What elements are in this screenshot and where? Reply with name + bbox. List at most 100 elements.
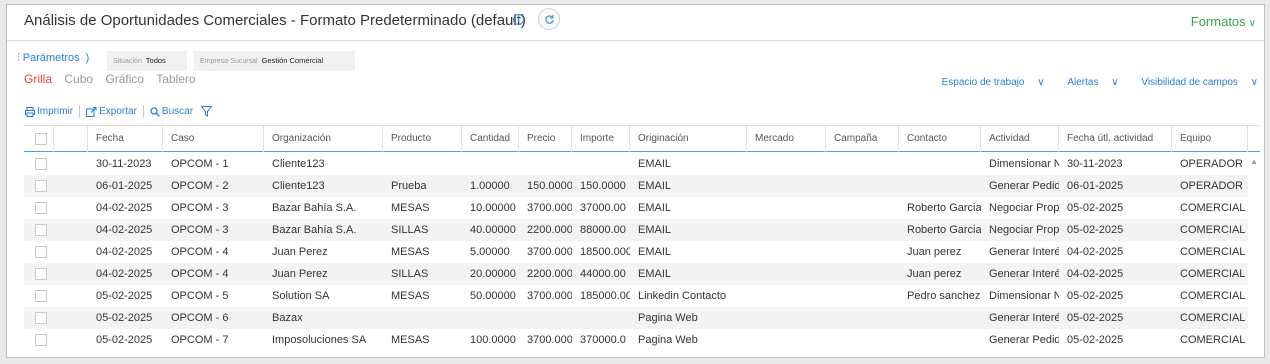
empresa-filter[interactable]: Empresa-Sucursal Gestión Comercial — [194, 51, 355, 71]
table-row[interactable]: 04-02-2025 OPCOM - 4 Juan Perez SILLAS 20.00… — [24, 263, 1248, 285]
table-cell: OPCOM - 7 — [171, 334, 229, 346]
column-header[interactable]: Fecha útl. actividad — [1059, 126, 1172, 152]
table-cell: Cliente123 — [272, 180, 325, 192]
table-row[interactable]: 05-02-2025 OPCOM - 5 Solution SA MESAS 50.00… — [24, 285, 1248, 307]
column-header[interactable]: Equipo — [1172, 126, 1248, 152]
column-header[interactable]: Campaña — [826, 126, 899, 152]
tab-cubo[interactable]: Cubo — [64, 72, 93, 86]
report-window: Análisis de Oportunidades Comerciales - … — [6, 4, 1265, 358]
table-cell — [572, 153, 630, 175]
table-cell: 18500.000 — [580, 246, 630, 258]
select-all-checkbox[interactable] — [35, 133, 47, 145]
table-cell: Pagina Web — [638, 334, 698, 346]
row-checkbox[interactable] — [35, 224, 47, 236]
refresh-button[interactable] — [538, 8, 560, 30]
row-checkbox[interactable] — [35, 202, 47, 214]
data-grid: Fecha Caso Organización Producto Cantidad Pre… — [24, 125, 1260, 357]
table-cell: 2200.000 — [527, 268, 572, 280]
export-button[interactable]: Exportar — [86, 106, 137, 117]
scroll-up-arrow[interactable]: ▲ — [1250, 157, 1258, 166]
table-cell: Prueba — [391, 180, 427, 192]
table-row[interactable]: 04-02-2025 OPCOM - 3 Bazar Bahía S.A. MESAS… — [24, 197, 1248, 219]
view-tabs: Grilla Cubo Gráfico Tablero — [24, 72, 205, 86]
select-all-cell — [24, 126, 54, 152]
filter-button[interactable] — [201, 106, 214, 117]
table-cell: EMAIL — [638, 158, 672, 170]
table-cell: Dimensionar Necesidad — [989, 158, 1059, 170]
column-header[interactable]: Caso — [163, 126, 264, 152]
table-cell: SILLAS — [391, 268, 429, 280]
table-cell: OPCOM - 3 — [171, 202, 229, 214]
table-cell: 3700.000 — [527, 290, 572, 302]
table-cell — [383, 153, 462, 175]
parametros-chevron: ) — [85, 52, 90, 64]
table-cell: 04-02-2025 — [96, 202, 153, 214]
column-header[interactable]: Mercado — [747, 126, 826, 152]
espacio-trabajo-dropdown[interactable]: Espacio de trabajo ∨ — [932, 77, 1045, 88]
tab-grafico[interactable]: Gráfico — [105, 72, 144, 86]
table-cell: EMAIL — [638, 224, 672, 236]
formatos-dropdown[interactable]: Formatos ∨ — [1191, 14, 1256, 29]
column-header[interactable]: Producto — [383, 126, 462, 152]
table-cell: 30-11-2023 — [1067, 158, 1123, 170]
table-cell: OPERADOR — [1180, 180, 1243, 192]
info-icon[interactable]: i — [513, 14, 524, 25]
alertas-dropdown[interactable]: Alertas ∨ — [1057, 77, 1118, 88]
export-icon — [86, 106, 97, 117]
table-cell: Roberto Garcia — [907, 202, 981, 214]
table-cell: Bazar Bahía S.A. — [272, 202, 357, 214]
search-button[interactable]: Buscar — [150, 106, 193, 117]
print-button[interactable]: Imprimir — [25, 106, 73, 117]
row-checkbox[interactable] — [35, 334, 47, 346]
table-cell: 37000.00 — [580, 202, 626, 214]
table-cell: EMAIL — [638, 268, 672, 280]
table-cell: COMERCIAL — [1180, 312, 1246, 324]
chevron-down-icon: ∨ — [1111, 77, 1119, 88]
table-cell: Juan Perez — [272, 268, 328, 280]
table-cell: 05-02-2025 — [1067, 224, 1124, 236]
table-row[interactable]: 30-11-2023 OPCOM - 1 Cliente123 EMAIL Dimens… — [24, 153, 1248, 175]
table-cell: Juan perez — [907, 268, 962, 280]
table-cell — [826, 197, 899, 219]
table-cell: Generar Interés — [989, 246, 1059, 258]
column-header[interactable]: Actividad — [981, 126, 1059, 152]
row-checkbox[interactable] — [35, 268, 47, 280]
table-row[interactable]: 04-02-2025 OPCOM - 3 Bazar Bahía S.A. SILLA… — [24, 219, 1248, 241]
column-header[interactable]: Precio — [519, 126, 572, 152]
visibilidad-campos-dropdown[interactable]: Visibilidad de campos ∨ — [1131, 77, 1258, 88]
table-cell: 3700.000 — [527, 246, 572, 258]
table-cell: 5.00000 — [470, 246, 510, 258]
row-checkbox[interactable] — [35, 180, 47, 192]
table-row[interactable]: 05-02-2025 OPCOM - 6 Bazax Pagina Web Genera… — [24, 307, 1248, 329]
column-header[interactable]: Originación — [630, 126, 747, 152]
table-cell: 40.00000 — [470, 224, 516, 236]
table-cell: 30-11-2023 — [96, 158, 152, 170]
column-header[interactable]: Organización — [264, 126, 383, 152]
row-checkbox[interactable] — [35, 312, 47, 324]
row-checkbox[interactable] — [35, 290, 47, 302]
table-row[interactable]: 06-01-2025 OPCOM - 2 Cliente123 Prueba 1.000… — [24, 175, 1248, 197]
column-header[interactable]: Fecha — [88, 126, 163, 152]
column-header[interactable]: Contacto — [899, 126, 981, 152]
filter-icon — [201, 106, 213, 117]
table-cell: OPCOM - 1 — [171, 158, 229, 170]
parametros-button[interactable]: ⫶ Parámetros ) — [17, 52, 89, 65]
toolbar-divider — [142, 105, 144, 118]
table-cell — [383, 307, 462, 329]
table-cell: 1.00000 — [470, 180, 510, 192]
table-cell: 05-02-2025 — [96, 290, 153, 302]
table-cell: Roberto Garcia — [907, 224, 981, 236]
table-row[interactable]: 05-02-2025 OPCOM - 7 Imposoluciones SA MESA… — [24, 329, 1248, 351]
search-icon — [150, 106, 160, 117]
column-header[interactable]: Cantidad — [462, 126, 519, 152]
grid-toolbar: Imprimir Exportar Buscar — [25, 105, 214, 118]
situacion-value: Todos — [145, 56, 166, 65]
table-cell — [899, 307, 981, 329]
tab-tablero[interactable]: Tablero — [156, 72, 195, 86]
column-header[interactable]: Importe — [572, 126, 630, 152]
row-checkbox[interactable] — [35, 158, 47, 170]
table-row[interactable]: 04-02-2025 OPCOM - 4 Juan Perez MESAS 5.0000… — [24, 241, 1248, 263]
tab-grilla[interactable]: Grilla — [24, 72, 52, 86]
row-checkbox[interactable] — [35, 246, 47, 258]
situacion-filter[interactable]: Situación Todos — [107, 51, 187, 71]
